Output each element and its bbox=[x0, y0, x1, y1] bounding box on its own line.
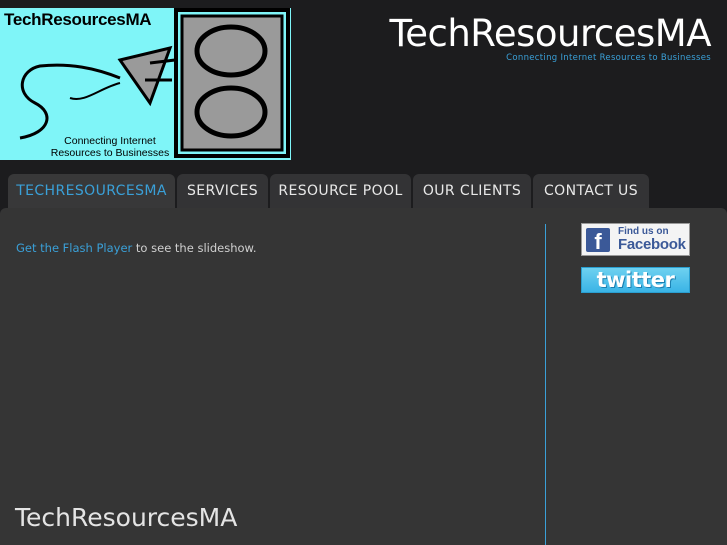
twitter-badge[interactable]: twitter bbox=[581, 267, 690, 293]
logo-tagline: Connecting Internet Resources to Busines… bbox=[50, 135, 170, 159]
facebook-badge[interactable]: f Find us on Facebook bbox=[581, 223, 690, 256]
nav-tab-contact-us[interactable]: CONTACT US bbox=[533, 174, 649, 208]
site-tagline: Connecting Internet Resources to Busines… bbox=[506, 53, 711, 63]
sidebar-divider bbox=[545, 224, 546, 545]
facebook-icon: f bbox=[586, 228, 610, 254]
nav-tab-label: SERVICES bbox=[186, 183, 259, 199]
nav-tab-techresourcesma[interactable]: TECHRESOURCESMA bbox=[8, 174, 175, 208]
main-content: Get the Flash Player to see the slidesho… bbox=[0, 208, 727, 545]
nav-tab-label: TECHRESOURCESMA bbox=[16, 183, 167, 199]
nav-tab-label: OUR CLIENTS bbox=[422, 183, 522, 199]
logo-title: TechResourcesMA bbox=[4, 10, 152, 29]
flash-message-text: to see the slideshow. bbox=[132, 241, 257, 255]
nav-tab-label: RESOURCE POOL bbox=[278, 183, 403, 199]
nav-tab-our-clients[interactable]: OUR CLIENTS bbox=[413, 174, 531, 208]
nav-tab-label: CONTACT US bbox=[544, 183, 638, 199]
main-nav: TECHRESOURCESMA SERVICES RESOURCE POOL O… bbox=[8, 174, 651, 208]
nav-tab-resource-pool[interactable]: RESOURCE POOL bbox=[270, 174, 411, 208]
site-title[interactable]: TechResourcesMA bbox=[389, 12, 711, 55]
facebook-line2: Facebook bbox=[618, 236, 686, 253]
nav-tab-services[interactable]: SERVICES bbox=[177, 174, 268, 208]
content-title: TechResourcesMA bbox=[15, 503, 238, 532]
site-logo[interactable]: TechResourcesMA Connecting Internet Reso… bbox=[0, 8, 291, 160]
flash-message: Get the Flash Player to see the slidesho… bbox=[16, 241, 257, 255]
flash-player-link[interactable]: Get the Flash Player bbox=[16, 241, 132, 255]
